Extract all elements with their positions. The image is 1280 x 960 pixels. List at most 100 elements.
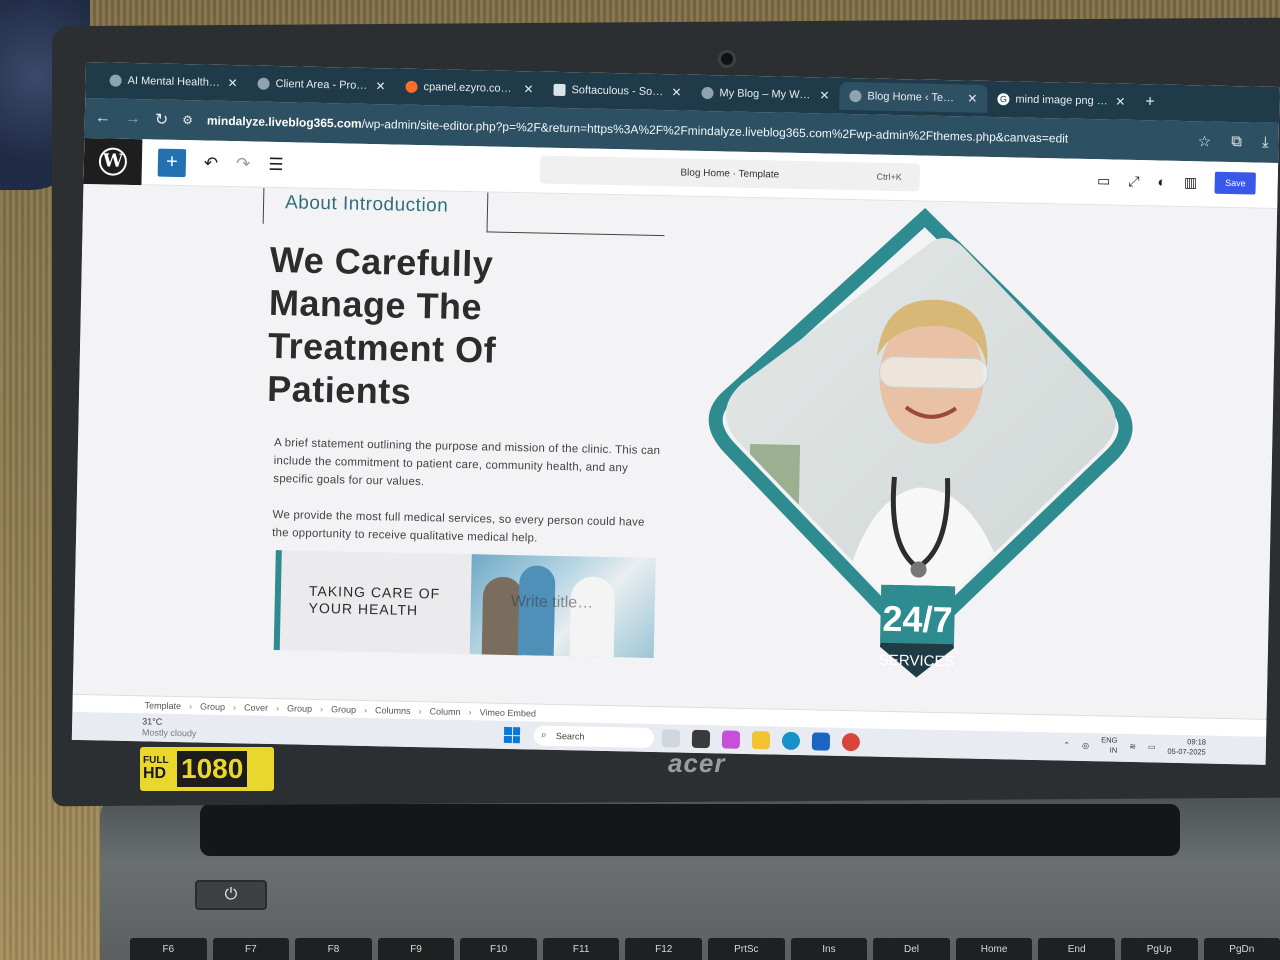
key[interactable]: PgDn <box>1203 938 1280 960</box>
breadcrumb-item[interactable]: Columns <box>375 705 411 716</box>
settings-panel-icon[interactable]: ▥ <box>1184 174 1198 191</box>
network-icon[interactable]: ◎ <box>1082 741 1089 750</box>
back-icon[interactable]: ← <box>95 109 111 127</box>
redo-icon[interactable]: ↷ <box>236 154 251 174</box>
styles-icon[interactable]: ◐ <box>1157 173 1166 189</box>
language-indicator[interactable]: ENG IN <box>1101 735 1117 755</box>
browser-tab[interactable]: My Blog – My WordP ✕ <box>691 79 840 110</box>
forward-icon[interactable]: → <box>125 110 141 128</box>
cpanel-icon <box>405 80 418 93</box>
card-title[interactable]: TAKING CARE OF YOUR HEALTH <box>280 550 472 654</box>
divider <box>262 187 265 224</box>
close-icon[interactable]: ✕ <box>819 88 829 102</box>
system-tray: ⌃ ◎ ENG IN ≋ ▭ 09:18 05-07-2025 <box>1063 735 1206 758</box>
site-settings-icon[interactable]: ⚙ <box>182 113 193 127</box>
chrome-icon[interactable] <box>841 732 861 752</box>
badge-services: SERVICES <box>879 652 955 671</box>
extensions-icon[interactable]: ⧉ <box>1231 133 1242 151</box>
badge-24-7: 24/7 <box>882 598 953 640</box>
browser-tab[interactable]: G mind image png - G ✕ <box>987 85 1136 116</box>
close-icon[interactable]: ✕ <box>1115 95 1125 109</box>
browser-tab[interactable]: cpanel.ezyro.com/pa ✕ <box>395 72 544 103</box>
laptop-hinge <box>200 804 1180 856</box>
breadcrumb-item[interactable]: Group <box>331 704 356 715</box>
sticker-hd: HD <box>143 765 167 782</box>
browser-tab[interactable]: Client Area - ProFree ✕ <box>247 69 396 100</box>
key[interactable]: Del <box>873 938 950 960</box>
breadcrumb-item[interactable]: Group <box>200 701 225 712</box>
breadcrumb-item[interactable]: Vimeo Embed <box>479 707 536 718</box>
outlook-icon[interactable] <box>811 732 831 751</box>
close-icon[interactable]: ✕ <box>967 91 977 105</box>
chevron-up-icon[interactable]: ⌃ <box>1063 740 1070 749</box>
about-label[interactable]: About Introduction <box>285 192 449 217</box>
close-icon[interactable]: ✕ <box>375 79 385 93</box>
weather-widget[interactable]: 31°C Mostly cloudy <box>142 716 197 739</box>
url-domain: mindalyze.liveblog365.com <box>206 113 362 131</box>
browser-tab[interactable]: Softaculous - Softacu ✕ <box>543 76 692 107</box>
bicycle-app-icon[interactable] <box>661 729 681 748</box>
key[interactable]: PrtSc <box>708 938 785 960</box>
reload-icon[interactable]: ↻ <box>155 109 169 129</box>
battery-icon[interactable]: ▭ <box>1148 742 1156 751</box>
services-paragraph[interactable]: We provide the most full medical service… <box>272 506 663 550</box>
command-palette-bar[interactable]: Blog Home · Template Ctrl+K <box>539 155 921 192</box>
key[interactable]: End <box>1038 938 1115 960</box>
breadcrumb-item[interactable]: Cover <box>244 702 268 713</box>
search-icon: ⌕ <box>540 729 547 741</box>
key[interactable]: Home <box>955 938 1033 960</box>
wordpress-icon <box>849 89 862 103</box>
google-icon: G <box>997 93 1010 106</box>
save-button[interactable]: Save <box>1214 171 1256 195</box>
keyboard-row: F6 F7 F8 F9 F10 F11 F12 PrtSc Ins Del Ho… <box>130 935 1280 960</box>
new-tab-button[interactable]: + <box>1135 93 1165 112</box>
taskbar-search[interactable]: ⌕ Search <box>533 725 655 749</box>
close-icon[interactable]: ✕ <box>523 82 533 96</box>
key[interactable]: F7 <box>212 938 290 960</box>
key[interactable]: F11 <box>542 938 620 960</box>
editor-canvas[interactable]: About Introduction We Carefully Manage T… <box>72 183 1278 719</box>
family-photo[interactable]: Write title… <box>469 554 656 659</box>
power-button[interactable]: ⏻ <box>195 880 267 910</box>
browser-tab[interactable]: AI Mental Health Na ✕ <box>99 66 248 97</box>
about-decoration <box>486 192 666 237</box>
wordpress-logo[interactable]: W <box>83 137 143 185</box>
page-headline[interactable]: We Carefully Manage The Treatment Of Pat… <box>267 238 571 416</box>
breadcrumb-item[interactable]: Column <box>429 706 460 717</box>
view-page-icon[interactable]: ⤢ <box>1128 172 1140 189</box>
windows-start-icon[interactable] <box>503 726 521 744</box>
doctor-hero-image[interactable]: 24/7 SERVICES <box>685 203 1155 693</box>
key[interactable]: F6 <box>130 938 207 960</box>
close-icon[interactable]: ✕ <box>671 85 681 99</box>
key[interactable]: PgUp <box>1120 938 1198 960</box>
edge-icon[interactable] <box>781 731 801 751</box>
file-explorer-icon[interactable] <box>751 731 771 750</box>
bookmark-star-icon[interactable]: ☆ <box>1198 132 1212 150</box>
document-overview-icon[interactable]: ☰ <box>268 154 284 174</box>
shortcut-hint: Ctrl+K <box>876 171 902 183</box>
breadcrumb-item[interactable]: Group <box>287 703 312 714</box>
undo-icon[interactable]: ↶ <box>204 153 219 173</box>
title-placeholder: Write title… <box>510 593 594 612</box>
webcam-icon <box>718 50 736 68</box>
key[interactable]: Ins <box>790 938 868 960</box>
download-icon[interactable]: ⤓ <box>1262 134 1269 152</box>
key[interactable]: F10 <box>460 938 537 960</box>
document-title: Blog Home · Template <box>680 166 780 181</box>
breadcrumb-item[interactable]: Template <box>144 700 181 711</box>
browser-tab-active[interactable]: Blog Home ‹ Templa ✕ <box>839 81 988 113</box>
intro-paragraph[interactable]: A brief statement outlining the purpose … <box>273 434 664 496</box>
softaculous-icon <box>553 83 566 97</box>
close-icon[interactable]: ✕ <box>227 76 237 90</box>
wifi-icon[interactable]: ≋ <box>1129 741 1136 750</box>
block-inserter-button[interactable]: + <box>157 148 187 177</box>
key[interactable]: F9 <box>377 938 455 960</box>
full-hd-sticker: FULL HD 1080 <box>140 747 274 791</box>
key[interactable]: F8 <box>295 938 372 960</box>
key[interactable]: F12 <box>625 938 703 960</box>
clock[interactable]: 09:18 05-07-2025 <box>1167 737 1206 758</box>
device-preview-icon[interactable]: ▭ <box>1097 172 1111 189</box>
copilot-icon[interactable] <box>721 730 741 749</box>
health-card[interactable]: TAKING CARE OF YOUR HEALTH Write title… <box>273 550 656 659</box>
task-view-icon[interactable] <box>691 729 711 749</box>
